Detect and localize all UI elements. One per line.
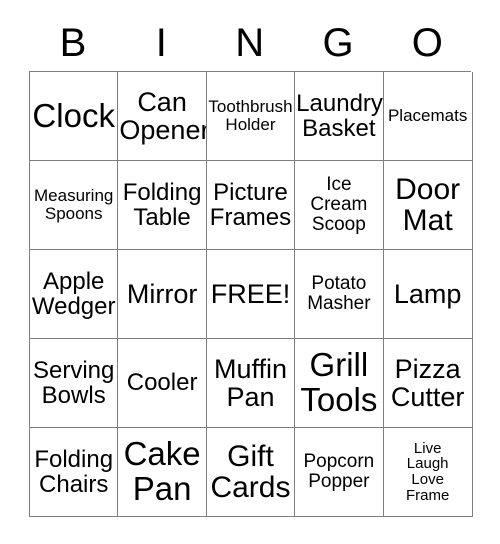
bingo-cell-label: Muffin Pan bbox=[213, 353, 287, 412]
bingo-header-row: B I N G O bbox=[29, 14, 471, 71]
bingo-cell-o5[interactable]: Live Laugh Love Frame bbox=[383, 428, 473, 517]
header-letter-g: G bbox=[322, 20, 355, 65]
bingo-cell-label: Apple Wedger bbox=[31, 267, 116, 320]
free-space-label: FREE! bbox=[210, 278, 291, 309]
header-letter-n: N bbox=[235, 20, 265, 65]
bingo-cell-o3[interactable]: Lamp bbox=[383, 250, 473, 339]
bingo-card: B I N G O Clock Can Opener Toothbrush Ho… bbox=[0, 0, 500, 544]
bingo-cell-i5[interactable]: Cake Pan bbox=[118, 428, 207, 517]
bingo-cell-label: Folding Chairs bbox=[34, 445, 114, 498]
bingo-cell-g2[interactable]: Ice Cream Scoop bbox=[295, 161, 384, 250]
bingo-grid: Clock Can Opener Toothbrush Holder Laund… bbox=[29, 71, 473, 517]
bingo-row-5: Folding Chairs Cake Pan Gift Cards Popco… bbox=[30, 428, 473, 517]
bingo-cell-label: Door Mat bbox=[395, 172, 461, 237]
bingo-cell-b5[interactable]: Folding Chairs bbox=[30, 428, 119, 517]
bingo-cell-label: Cooler bbox=[126, 369, 198, 397]
bingo-cell-label: Ice Cream Scoop bbox=[310, 174, 368, 235]
bingo-cell-i3[interactable]: Mirror bbox=[118, 250, 207, 339]
bingo-cell-b3[interactable]: Apple Wedger bbox=[30, 250, 119, 339]
bingo-cell-label: Grill Tools bbox=[300, 346, 378, 418]
bingo-row-4: Serving Bowls Cooler Muffin Pan Grill To… bbox=[30, 339, 473, 428]
bingo-cell-b2[interactable]: Measuring Spoons bbox=[30, 161, 119, 250]
bingo-cell-label: Measuring Spoons bbox=[34, 186, 114, 223]
bingo-cell-n1[interactable]: Toothbrush Holder bbox=[206, 72, 296, 161]
bingo-cell-o1[interactable]: Placemats bbox=[383, 72, 473, 161]
bingo-cell-o2[interactable]: Door Mat bbox=[383, 161, 473, 250]
bingo-cell-o4[interactable]: Pizza Cutter bbox=[383, 339, 473, 428]
bingo-cell-g1[interactable]: Laundry Basket bbox=[295, 72, 384, 161]
bingo-cell-g5[interactable]: Popcorn Popper bbox=[295, 428, 384, 517]
bingo-cell-label: Popcorn Popper bbox=[303, 451, 375, 492]
bingo-cell-label: Folding Table bbox=[122, 178, 202, 231]
bingo-cell-label: Serving Bowls bbox=[33, 356, 115, 409]
bingo-cell-b1[interactable]: Clock bbox=[30, 72, 119, 161]
bingo-cell-n4[interactable]: Muffin Pan bbox=[206, 339, 296, 428]
bingo-cell-label: Potato Masher bbox=[307, 273, 371, 314]
bingo-cell-free-space[interactable]: FREE! bbox=[206, 250, 296, 339]
bingo-cell-label: Cake Pan bbox=[123, 435, 201, 507]
bingo-cell-i4[interactable]: Cooler bbox=[118, 339, 207, 428]
header-letter-o: O bbox=[411, 20, 444, 65]
bingo-row-3: Apple Wedger Mirror FREE! Potato Masher … bbox=[30, 250, 473, 339]
bingo-cell-n2[interactable]: Picture Frames bbox=[206, 161, 296, 250]
bingo-cell-label: Pizza Cutter bbox=[390, 353, 465, 412]
bingo-cell-label: Can Opener bbox=[119, 86, 207, 145]
bingo-cell-label: Clock bbox=[32, 96, 115, 134]
header-letter-i: I bbox=[155, 20, 168, 65]
bingo-cell-g4[interactable]: Grill Tools bbox=[295, 339, 384, 428]
bingo-cell-label: Gift Cards bbox=[210, 439, 291, 504]
bingo-cell-label: Mirror bbox=[126, 278, 198, 309]
bingo-cell-label: Toothbrush Holder bbox=[208, 97, 293, 134]
bingo-cell-i1[interactable]: Can Opener bbox=[118, 72, 207, 161]
bingo-cell-label: Laundry Basket bbox=[296, 89, 383, 142]
bingo-cell-label: Live Laugh Love Frame bbox=[405, 439, 450, 504]
bingo-cell-g3[interactable]: Potato Masher bbox=[295, 250, 384, 339]
header-letter-b: B bbox=[59, 20, 87, 65]
bingo-cell-label: Lamp bbox=[393, 278, 462, 309]
bingo-cell-i2[interactable]: Folding Table bbox=[118, 161, 207, 250]
bingo-row-2: Measuring Spoons Folding Table Picture F… bbox=[30, 161, 473, 250]
bingo-cell-n5[interactable]: Gift Cards bbox=[206, 428, 296, 517]
bingo-cell-label: Picture Frames bbox=[209, 178, 292, 231]
bingo-row-1: Clock Can Opener Toothbrush Holder Laund… bbox=[30, 72, 473, 161]
bingo-cell-label: Placemats bbox=[387, 106, 468, 126]
bingo-cell-b4[interactable]: Serving Bowls bbox=[30, 339, 119, 428]
